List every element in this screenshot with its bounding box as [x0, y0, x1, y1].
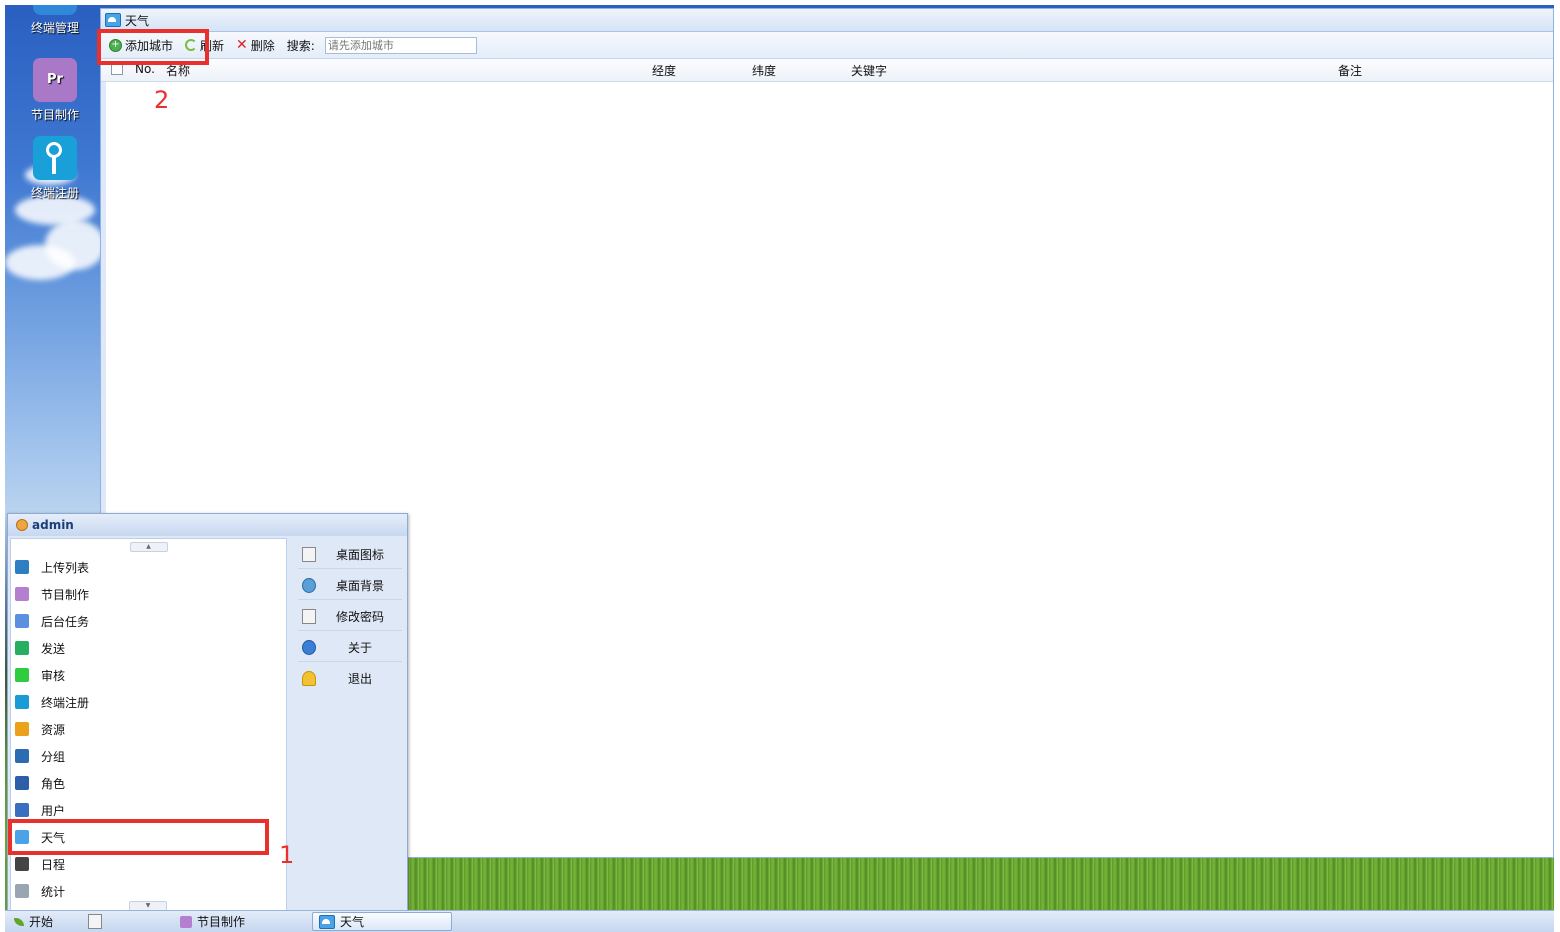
delete-icon: ✕ [236, 37, 248, 53]
select-all-checkbox[interactable] [111, 63, 123, 78]
column-header-keyword[interactable]: 关键字 [851, 62, 887, 79]
desktop-icon-label: 节目制作 [30, 108, 79, 122]
annotation-number-1: 1 [279, 841, 295, 869]
menu-item-label: 后台任务 [41, 614, 90, 629]
edit-icon [88, 914, 102, 929]
start-menu-settings: 桌面图标 桌面背景 修改密码 关于 退出 [292, 538, 404, 910]
program-icon: Pr [33, 58, 77, 102]
weather-icon [319, 914, 335, 929]
menu-item-label: 审核 [41, 668, 66, 683]
start-menu-app-list: ▲ 上传列表 节目制作 后台任务 发送 审核 终端注册 资源 分组 角色 用户 … [10, 538, 287, 912]
username: admin [32, 518, 74, 532]
menu-item-label: 统计 [41, 884, 66, 899]
check-icon [15, 668, 29, 682]
taskbar-item-label: 节目制作 [197, 915, 246, 929]
desktop-icon-program[interactable]: Pr 节目制作 [15, 58, 95, 123]
annotation-box-2 [97, 29, 209, 65]
menu-item-background-task[interactable]: 后台任务 [15, 609, 89, 633]
menu-item-label: 退出 [348, 671, 373, 686]
key-icon [302, 670, 316, 686]
annotation-box-1 [8, 819, 269, 855]
toolbar: + 添加城市 刷新 ✕ 删除 搜索: [101, 32, 1553, 59]
grid-header: No. 名称 经度 纬度 关键字 备注 [101, 59, 1553, 82]
send-icon [15, 641, 29, 655]
desktop-icon-label: 终端管理 [30, 21, 79, 35]
menu-item-label: 节目制作 [41, 587, 90, 602]
taskbar-item-program[interactable]: 节目制作 [174, 912, 304, 931]
menu-item-label: 终端注册 [41, 695, 90, 710]
menu-item-label: 发送 [41, 641, 66, 656]
role-icon [15, 776, 29, 790]
menu-item-label: 桌面图标 [336, 547, 385, 562]
column-header-longitude[interactable]: 经度 [652, 62, 676, 79]
terminal-manage-icon [33, 5, 77, 15]
desktop-icon-label: 终端注册 [30, 186, 79, 200]
menu-item-change-password[interactable]: 修改密码 [298, 602, 402, 631]
menu-item-label: 上传列表 [41, 560, 90, 575]
program-icon [15, 587, 29, 601]
menu-item-terminal-register[interactable]: 终端注册 [15, 690, 89, 714]
menu-item-send[interactable]: 发送 [15, 636, 65, 660]
taskbar-item-edit[interactable] [82, 912, 168, 931]
start-label: 开始 [29, 915, 54, 929]
search-label: 搜索: [286, 38, 315, 53]
annotation-number-2: 2 [154, 86, 170, 114]
menu-item-program[interactable]: 节目制作 [15, 582, 89, 606]
schedule-icon [15, 857, 29, 871]
menu-item-logout[interactable]: 退出 [298, 664, 402, 692]
menu-item-role[interactable]: 角色 [15, 771, 65, 795]
menu-item-upload-list[interactable]: 上传列表 [15, 555, 89, 579]
user-icon [15, 803, 29, 817]
taskbar-item-label: 天气 [340, 915, 365, 929]
stats-icon [15, 884, 29, 898]
taskbar-item-weather[interactable]: 天气 [312, 912, 452, 931]
window-titlebar[interactable]: 天气 [101, 9, 1553, 32]
edit-icon [302, 608, 316, 624]
delete-label: 删除 [250, 38, 275, 53]
menu-item-label: 分组 [41, 749, 66, 764]
menu-item-label: 资源 [41, 722, 66, 737]
search-input[interactable] [324, 36, 477, 54]
menu-item-label: 关于 [348, 640, 373, 655]
taskbar: 开始 节目制作 天气 [5, 910, 1554, 932]
group-icon [15, 749, 29, 763]
window-title: 天气 [125, 13, 150, 28]
column-header-latitude[interactable]: 纬度 [752, 62, 776, 79]
menu-item-label: 日程 [41, 857, 66, 872]
key-icon [15, 695, 29, 709]
menu-item-statistics[interactable]: 统计 [15, 879, 65, 903]
task-icon [15, 614, 29, 628]
menu-item-label: 角色 [41, 776, 66, 791]
menu-item-resource[interactable]: 资源 [15, 717, 65, 741]
menu-item-desktop-background[interactable]: 桌面背景 [298, 571, 402, 600]
menu-item-review[interactable]: 审核 [15, 663, 65, 687]
delete-button[interactable]: ✕ 删除 [236, 37, 275, 54]
menu-item-schedule[interactable]: 日程 [15, 852, 65, 876]
gear-icon [302, 577, 316, 593]
program-icon [180, 915, 192, 928]
desktop-icon-terminal-manage[interactable]: 终端管理 [15, 5, 95, 36]
menu-item-label: 用户 [41, 803, 66, 818]
upload-icon [15, 560, 29, 574]
menu-item-group[interactable]: 分组 [15, 744, 65, 768]
key-icon [33, 136, 77, 180]
menu-item-desktop-icons[interactable]: 桌面图标 [298, 540, 402, 569]
weather-icon [105, 13, 121, 27]
info-icon [302, 639, 316, 655]
menu-item-label: 桌面背景 [336, 578, 385, 593]
menu-item-about[interactable]: 关于 [298, 633, 402, 662]
start-menu-header: admin [8, 514, 407, 536]
start-icon [14, 917, 24, 926]
start-button[interactable]: 开始 [8, 912, 78, 931]
desktop-icon-terminal-register[interactable]: 终端注册 [15, 136, 95, 201]
column-header-remark[interactable]: 备注 [1338, 62, 1362, 79]
scroll-up-button[interactable]: ▲ [129, 542, 168, 552]
edit-icon [302, 546, 316, 562]
user-icon [16, 519, 28, 531]
resource-icon [15, 722, 29, 736]
menu-item-label: 修改密码 [336, 609, 385, 624]
